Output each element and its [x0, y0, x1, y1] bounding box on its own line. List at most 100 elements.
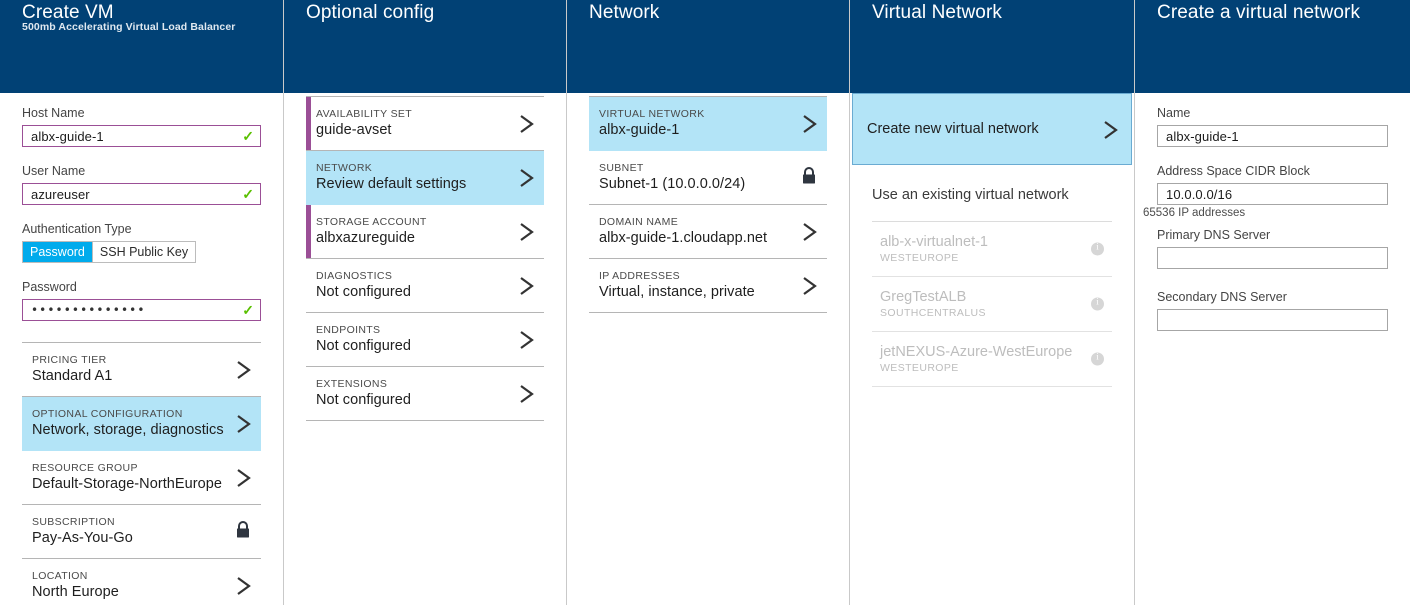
cidr-block-field: Address Space CIDR Block 10.0.0.0/16 — [1157, 164, 1388, 205]
authentication-type-toggle[interactable]: Password SSH Public Key — [22, 241, 197, 263]
auth-option-ssh-public-key[interactable]: SSH Public Key — [93, 242, 195, 262]
create-new-virtual-network-label: Create new virtual network — [867, 121, 1039, 137]
vnet-name: alb-x-virtualnet-1 — [880, 234, 988, 250]
row-caption: OPTIONAL CONFIGURATION — [32, 408, 183, 420]
optional-config-row-list: AVAILABILITY SET guide-avset NETWORK Rev… — [306, 96, 544, 421]
chevron-right-icon — [799, 273, 821, 299]
network-row-list: VIRTUAL NETWORK albx-guide-1 SUBNET Subn… — [589, 96, 827, 313]
row-optional-configuration[interactable]: OPTIONAL CONFIGURATION Network, storage,… — [22, 397, 261, 451]
row-caption: SUBNET — [599, 162, 644, 174]
user-name-field: User Name azureuser ✓ — [22, 164, 261, 205]
create-vm-row-list: PRICING TIER Standard A1 OPTIONAL CONFIG… — [22, 342, 261, 605]
chevron-right-icon — [233, 573, 255, 599]
blade-body-create-virtual-network: Name albx-guide-1 Address Space CIDR Blo… — [1135, 106, 1410, 331]
accent-bar — [306, 97, 311, 150]
row-value: albx-guide-1 — [599, 122, 680, 138]
row-virtual-network[interactable]: VIRTUAL NETWORK albx-guide-1 — [589, 97, 827, 151]
blade-container: Create VM 500mb Accelerating Virtual Loa… — [0, 0, 1410, 605]
row-diagnostics[interactable]: DIAGNOSTICS Not configured — [306, 259, 544, 313]
list-item[interactable]: alb-x-virtualnet-1 WESTEUROPE — [872, 222, 1112, 277]
row-value: Default-Storage-NorthEurope — [32, 476, 222, 492]
row-pricing-tier[interactable]: PRICING TIER Standard A1 — [22, 343, 261, 397]
vnet-name-field: Name albx-guide-1 — [1157, 106, 1388, 147]
auth-option-password[interactable]: Password — [23, 242, 93, 262]
lock-icon — [801, 166, 817, 189]
use-existing-virtual-network-header: Use an existing virtual network — [872, 187, 1112, 222]
password-input[interactable]: •••••••••••••• ✓ — [22, 299, 261, 321]
list-item[interactable]: jetNEXUS-Azure-WestEurope WESTEUROPE — [872, 332, 1112, 387]
row-caption: STORAGE ACCOUNT — [316, 216, 427, 228]
row-value: Standard A1 — [32, 368, 113, 384]
row-storage-account[interactable]: STORAGE ACCOUNT albxazureguide — [306, 205, 544, 259]
row-location[interactable]: LOCATION North Europe — [22, 559, 261, 605]
row-value: Not configured — [316, 338, 412, 354]
blade-body-network: VIRTUAL NETWORK albx-guide-1 SUBNET Subn… — [567, 96, 849, 313]
secondary-dns-input[interactable] — [1157, 309, 1388, 331]
row-value: Subnet-1 (10.0.0.0/24) — [599, 176, 746, 192]
row-ip-addresses[interactable]: IP ADDRESSES Virtual, instance, private — [589, 259, 827, 313]
row-caption: NETWORK — [316, 162, 373, 174]
secondary-dns-field: Secondary DNS Server — [1157, 290, 1388, 331]
create-new-virtual-network-tile[interactable]: Create new virtual network — [852, 93, 1132, 165]
password-label: Password — [22, 280, 77, 294]
chevron-right-icon — [516, 273, 538, 299]
row-value: albx-guide-1.cloudapp.net — [599, 230, 768, 246]
host-name-value: albx-guide-1 — [31, 128, 104, 144]
blade-network: Network VIRTUAL NETWORK albx-guide-1 SUB… — [567, 0, 850, 605]
row-resource-group[interactable]: RESOURCE GROUP Default-Storage-NorthEuro… — [22, 451, 261, 505]
authentication-type-label: Authentication Type — [22, 222, 132, 236]
valid-check-icon: ✓ — [242, 186, 254, 202]
row-caption: DIAGNOSTICS — [316, 270, 393, 282]
host-name-input[interactable]: albx-guide-1 ✓ — [22, 125, 261, 147]
row-endpoints[interactable]: ENDPOINTS Not configured — [306, 313, 544, 367]
vnet-name-input[interactable]: albx-guide-1 — [1157, 125, 1388, 147]
host-name-label: Host Name — [22, 106, 85, 120]
row-value: Not configured — [316, 392, 412, 408]
blade-header-optional-config: Optional config — [284, 0, 566, 93]
accent-bar — [306, 205, 311, 258]
row-value: albxazureguide — [316, 230, 416, 246]
list-item[interactable]: GregTestALB SOUTHCENTRALUS — [872, 277, 1112, 332]
cidr-block-input[interactable]: 10.0.0.0/16 — [1157, 183, 1388, 205]
vnet-region: WESTEUROPE — [880, 362, 959, 374]
row-network[interactable]: NETWORK Review default settings — [306, 151, 544, 205]
row-value: guide-avset — [316, 122, 392, 138]
existing-virtual-network-list: alb-x-virtualnet-1 WESTEUROPE GregTestAL… — [872, 222, 1112, 387]
primary-dns-input[interactable] — [1157, 247, 1388, 269]
row-extensions[interactable]: EXTENSIONS Not configured — [306, 367, 544, 421]
chevron-right-icon — [516, 165, 538, 191]
vnet-name-value: albx-guide-1 — [1166, 128, 1239, 144]
authentication-type-field: Authentication Type Password SSH Public … — [22, 222, 261, 263]
row-value: North Europe — [32, 584, 119, 600]
row-caption: LOCATION — [32, 570, 88, 582]
info-icon[interactable] — [1091, 352, 1104, 366]
row-availability-set[interactable]: AVAILABILITY SET guide-avset — [306, 97, 544, 151]
blade-virtual-network: Virtual Network Create new virtual netwo… — [850, 0, 1135, 605]
secondary-dns-label: Secondary DNS Server — [1157, 290, 1287, 304]
row-value: Virtual, instance, private — [599, 284, 755, 300]
info-icon[interactable] — [1091, 297, 1104, 311]
vnet-name: jetNEXUS-Azure-WestEurope — [880, 344, 1073, 360]
row-domain-name[interactable]: DOMAIN NAME albx-guide-1.cloudapp.net — [589, 205, 827, 259]
cidr-block-value: 10.0.0.0/16 — [1166, 186, 1233, 202]
row-caption: EXTENSIONS — [316, 378, 388, 390]
row-subscription[interactable]: SUBSCRIPTION Pay-As-You-Go — [22, 505, 261, 559]
blade-body-create-vm: Host Name albx-guide-1 ✓ User Name azure… — [0, 106, 283, 605]
chevron-right-icon — [516, 111, 538, 137]
row-subnet[interactable]: SUBNET Subnet-1 (10.0.0.0/24) — [589, 151, 827, 205]
user-name-value: azureuser — [31, 186, 90, 202]
vnet-name-label: Name — [1157, 106, 1191, 120]
page-title: Optional config — [306, 2, 435, 23]
chevron-right-icon — [516, 381, 538, 407]
vnet-region: WESTEUROPE — [880, 252, 959, 264]
blade-create-virtual-network: Create a virtual network Name albx-guide… — [1135, 0, 1410, 605]
info-icon[interactable] — [1091, 242, 1104, 256]
page-title: Network — [589, 2, 660, 23]
blade-header-create-vm: Create VM 500mb Accelerating Virtual Loa… — [0, 0, 283, 93]
page-subtitle: 500mb Accelerating Virtual Load Balancer — [22, 21, 236, 33]
blade-body-virtual-network: Create new virtual network Use an existi… — [850, 93, 1134, 387]
cidr-block-label: Address Space CIDR Block — [1157, 164, 1310, 178]
blade-header-create-virtual-network: Create a virtual network — [1135, 0, 1410, 93]
user-name-input[interactable]: azureuser ✓ — [22, 183, 261, 205]
password-value: •••••••••••••• — [31, 303, 146, 317]
